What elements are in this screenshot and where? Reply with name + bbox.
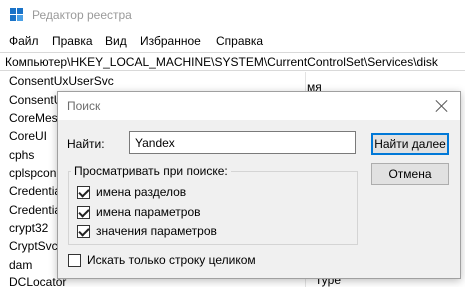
values-checkbox[interactable] xyxy=(77,206,90,219)
tree-item[interactable]: Credentia xyxy=(9,184,61,198)
whole-string-checkbox-label: Искать только строку целиком xyxy=(87,253,256,267)
menu-bar: Файл Правка Вид Избранное Справка xyxy=(0,32,465,52)
tree-item[interactable]: CoreUI xyxy=(9,129,47,143)
keys-checkbox[interactable] xyxy=(77,186,90,199)
address-bar[interactable]: Компьютер\HKEY_LOCAL_MACHINE\SYSTEM\Curr… xyxy=(0,52,465,71)
menu-edit[interactable]: Правка xyxy=(52,34,93,48)
registry-editor-icon xyxy=(10,8,24,22)
values-checkbox-label: имена параметров xyxy=(96,205,201,219)
dialog-titlebar: Поиск xyxy=(58,92,460,120)
tree-item[interactable]: CoreMess xyxy=(9,111,64,125)
close-icon[interactable] xyxy=(434,98,450,114)
tree-item[interactable]: crypt32 xyxy=(9,221,48,235)
data-checkbox-label: значения параметров xyxy=(96,224,217,238)
menu-view[interactable]: Вид xyxy=(105,34,127,48)
data-checkbox[interactable] xyxy=(77,225,90,238)
find-dialog: Поиск Найти: Найти далее Отмена Просматр… xyxy=(57,91,461,279)
tree-item[interactable]: ConsentU xyxy=(9,93,62,107)
cancel-button[interactable]: Отмена xyxy=(371,163,449,185)
find-next-button[interactable]: Найти далее xyxy=(371,133,449,155)
tree-item[interactable]: dam xyxy=(9,258,32,272)
look-at-legend: Просматривать при поиске: xyxy=(71,164,231,178)
tree-item[interactable]: cplspcon xyxy=(9,166,56,180)
menu-favorites[interactable]: Избранное xyxy=(140,34,201,48)
tree-item[interactable]: ConsentUxUserSvc xyxy=(9,74,114,88)
window-title: Редактор реестра xyxy=(32,8,132,22)
menu-help[interactable]: Справка xyxy=(216,34,263,48)
keys-checkbox-label: имена разделов xyxy=(96,185,187,199)
find-label: Найти: xyxy=(67,137,105,151)
dialog-title: Поиск xyxy=(67,99,101,113)
address-path: Компьютер\HKEY_LOCAL_MACHINE\SYSTEM\Curr… xyxy=(5,55,438,69)
whole-string-checkbox[interactable] xyxy=(68,254,81,267)
tree-item[interactable]: CryptSvc xyxy=(9,239,58,253)
find-input[interactable] xyxy=(129,131,356,154)
tree-item[interactable]: cphs xyxy=(9,148,34,162)
window-titlebar: Редактор реестра xyxy=(0,0,465,30)
tree-item[interactable]: Credentia xyxy=(9,203,61,217)
menu-file[interactable]: Файл xyxy=(9,34,39,48)
